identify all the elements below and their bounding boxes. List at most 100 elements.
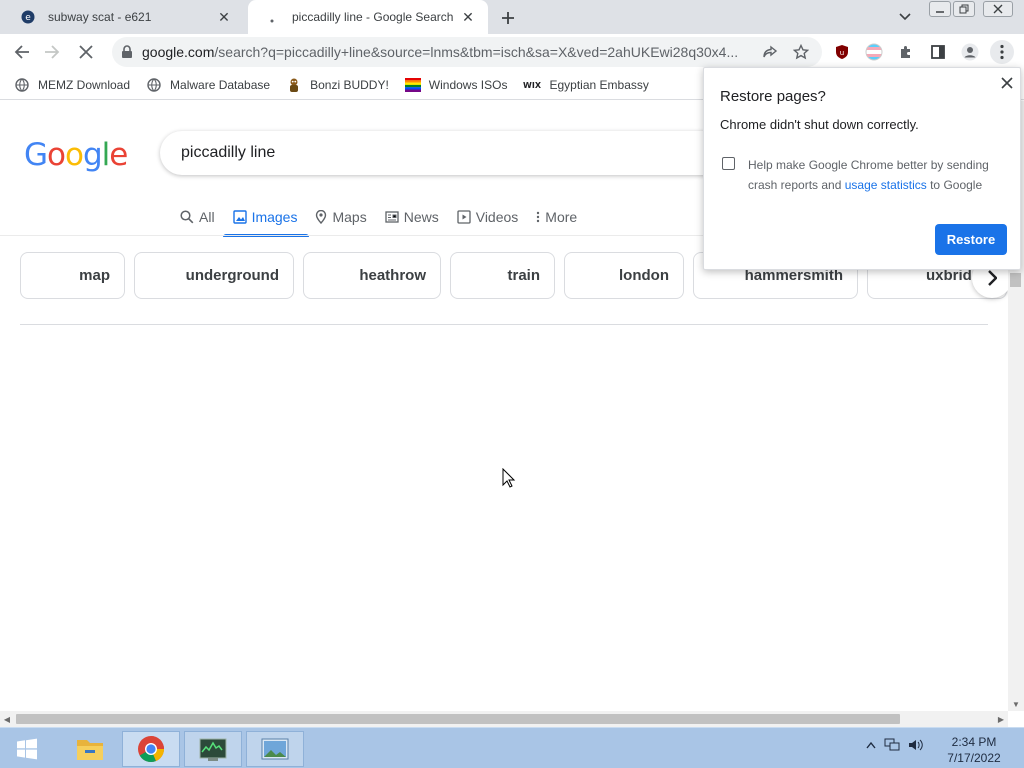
ublock-extension-button[interactable]: u [830,40,854,64]
chip-label: train [507,267,540,284]
tab-close-icon[interactable]: ✕ [216,9,232,25]
bookmark-label: Egyptian Embassy [549,77,649,92]
svg-text:u: u [840,49,844,57]
profile-button[interactable] [958,40,982,64]
nav-tab-label: Maps [332,209,367,225]
scroll-down-arrow-icon[interactable]: ▼ [1008,697,1024,711]
scroll-left-arrow-icon[interactable]: ◀ [0,711,14,727]
taskbar-clock[interactable]: 2:34 PM 7/17/2022 [940,734,1008,766]
network-icon[interactable] [884,738,900,752]
more-vertical-icon [537,211,540,223]
taskbar-file-explorer[interactable] [66,731,114,767]
bookmark-malware-database[interactable]: Malware Database [146,77,270,93]
bookmark-star-button[interactable] [789,40,813,64]
stop-loading-button[interactable] [74,40,98,64]
more-vertical-icon [1000,44,1004,60]
address-bar[interactable]: google.com/search?q=piccadilly+line&sour… [112,37,822,67]
nav-tab-more[interactable]: More [536,197,577,237]
checkbox-label: Help make Google Chrome better by sendin… [748,155,1008,195]
usage-statistics-link[interactable]: usage statistics [845,178,927,192]
restore-window-button[interactable] [953,1,975,17]
logo-letter: o [65,137,84,173]
task-manager-icon [199,738,227,761]
chevron-right-icon [988,270,997,286]
video-icon [457,210,471,224]
volume-icon[interactable] [908,738,924,752]
search-nav-tabs: All Images Maps News Videos More [180,197,595,237]
trans-flag-icon [865,43,883,61]
search-query: piccadilly line [181,144,276,161]
dialog-message: Chrome didn't shut down correctly. [720,117,919,132]
system-tray [866,738,924,752]
side-panel-button[interactable] [926,40,950,64]
dialog-title: Restore pages? [720,88,826,105]
share-icon [763,45,778,58]
google-logo[interactable]: Google [24,137,128,173]
new-tab-button[interactable] [497,7,519,29]
extensions-button[interactable] [894,40,918,64]
minimize-button[interactable] [929,1,951,17]
chip-london[interactable]: london [564,252,684,299]
bookmark-windows-isos[interactable]: Windows ISOs [404,77,507,93]
logo-letter: g [82,137,103,173]
scroll-right-arrow-icon[interactable]: ▶ [994,711,1008,727]
chrome-menu-button[interactable] [990,40,1014,64]
wix-logo-text: WIX [524,81,542,90]
puzzle-icon [901,46,910,58]
bookmark-memz-download[interactable]: MEMZ Download [14,77,130,93]
plus-icon [502,12,514,24]
tab-close-icon[interactable]: ✕ [460,9,476,25]
picture-icon [261,738,289,760]
pride-extension-button[interactable] [862,40,886,64]
chip-underground[interactable]: underground [134,252,294,299]
close-window-button[interactable] [983,1,1013,17]
url-text: google.com/search?q=piccadilly+line&sour… [142,44,752,60]
search-input[interactable]: piccadilly line [160,131,760,175]
crash-report-checkbox[interactable] [722,157,735,170]
restore-pages-dialog: Restore pages? Chrome didn't shut down c… [703,67,1021,270]
wix-icon: WIX [523,77,542,93]
nav-tab-label: More [545,209,578,225]
tray-expand-icon[interactable] [866,741,876,749]
close-icon [79,45,93,59]
arrow-left-icon [14,45,29,59]
bookmark-label: Malware Database [170,77,271,92]
chip-label: map [79,267,110,284]
share-button[interactable] [758,40,782,64]
side-panel-icon [931,45,945,59]
bonzi-icon [286,77,302,93]
mouse-cursor-icon [502,468,516,488]
restore-window-icon [959,4,969,14]
taskbar-chrome[interactable] [122,731,180,767]
nav-tab-videos[interactable]: Videos [457,197,518,237]
taskbar-photo-viewer[interactable] [246,731,304,767]
nav-tab-label: All [199,209,215,225]
bookmark-egyptian-embassy[interactable]: WIX Egyptian Embassy [523,77,649,93]
url-path: /search?q=piccadilly+line&source=lnms&tb… [214,44,739,60]
chip-train[interactable]: train [450,252,555,299]
nav-tab-all[interactable]: All [180,197,215,237]
tab-search-button[interactable] [896,8,914,26]
horizontal-scrollbar[interactable]: ◀ ▶ [0,711,1008,727]
logo-letter: e [109,137,128,173]
tab-piccadilly-line[interactable]: piccadilly line - Google Search ✕ [248,0,488,34]
close-icon[interactable] [1000,76,1014,90]
folder-icon [77,740,103,760]
chip-heathrow[interactable]: heathrow [303,252,441,299]
restore-button[interactable]: Restore [935,224,1007,255]
e621-favicon-icon: e [20,9,36,25]
logo-letter: o [47,137,66,173]
tab-subway-scat[interactable]: e subway scat - e621 ✕ [4,0,244,34]
scroll-thumb[interactable] [1010,273,1021,287]
nav-tab-news[interactable]: News [385,197,439,237]
forward-button[interactable] [40,40,64,64]
chip-label: london [619,267,669,284]
nav-tab-maps[interactable]: Maps [315,197,367,237]
chip-map[interactable]: map [20,252,125,299]
bookmark-bonzi-buddy[interactable]: Bonzi BUDDY! [286,77,389,93]
back-button[interactable] [10,40,34,64]
start-button[interactable] [12,731,42,767]
scroll-thumb[interactable] [16,714,900,724]
taskbar-task-manager[interactable] [184,731,242,767]
nav-tab-images[interactable]: Images [222,197,310,237]
